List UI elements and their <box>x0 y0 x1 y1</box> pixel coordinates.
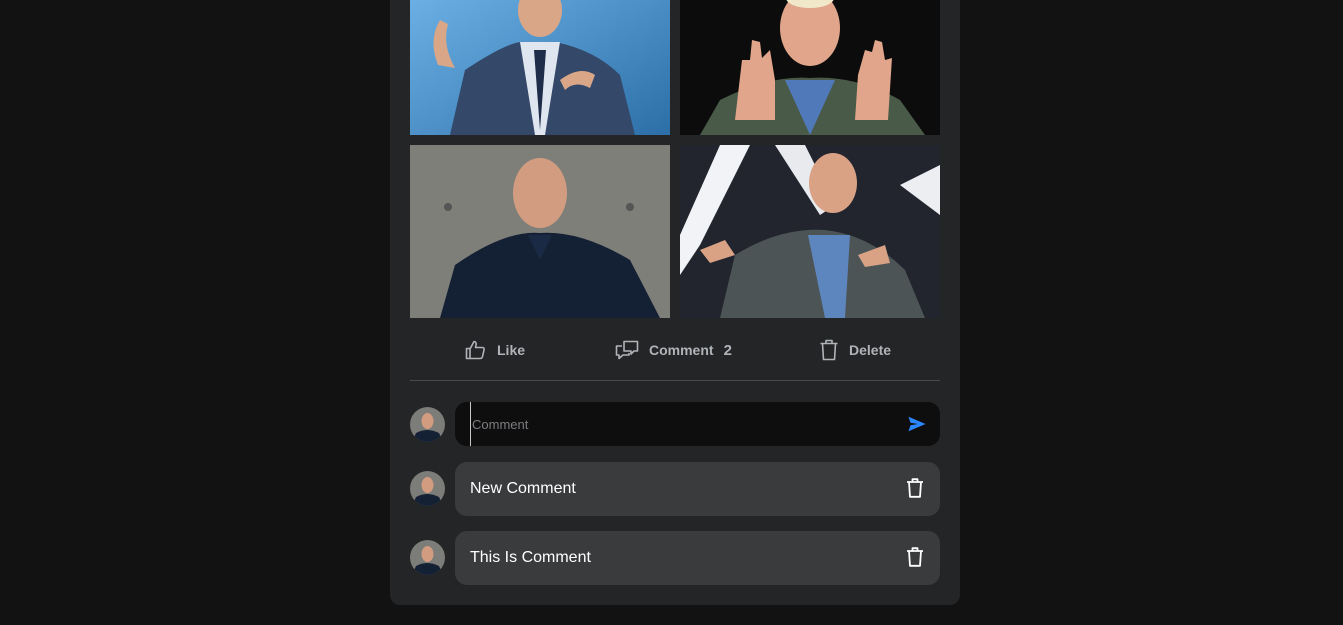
delete-post-button[interactable]: Delete <box>819 330 891 370</box>
photo-grid <box>410 0 940 318</box>
comment-button[interactable]: Comment 2 <box>615 330 732 370</box>
comment-text: New Comment <box>470 480 576 497</box>
delete-label: Delete <box>849 342 892 358</box>
trash-icon[interactable] <box>906 547 924 567</box>
comment-count: 2 <box>723 341 732 359</box>
comment-input-container <box>455 402 940 446</box>
post-actions-bar: Like Comment 2 Delete <box>410 330 940 370</box>
like-label: Like <box>497 342 526 358</box>
trash-icon[interactable] <box>906 478 924 498</box>
comment-avatar[interactable] <box>410 540 445 575</box>
comment-label: Comment <box>649 342 714 358</box>
comment-text: This Is Comment <box>470 549 591 566</box>
post-photo-1[interactable] <box>410 0 670 135</box>
post-photo-2[interactable] <box>680 0 940 135</box>
comment-input[interactable] <box>470 402 892 446</box>
current-user-avatar[interactable] <box>410 407 445 442</box>
comment-item: New Comment <box>455 462 940 516</box>
comment-avatar[interactable] <box>410 471 445 506</box>
post-card: Like Comment 2 Delete Comment New Commen… <box>390 0 960 605</box>
comment-icon <box>615 340 639 360</box>
post-photo-3[interactable] <box>410 145 670 318</box>
send-icon[interactable] <box>908 416 926 432</box>
divider <box>410 380 940 381</box>
trash-icon <box>820 339 838 361</box>
like-icon <box>465 340 485 360</box>
comment-item: This Is Comment <box>455 531 940 585</box>
like-button[interactable]: Like <box>465 330 525 370</box>
post-photo-4[interactable] <box>680 145 940 318</box>
